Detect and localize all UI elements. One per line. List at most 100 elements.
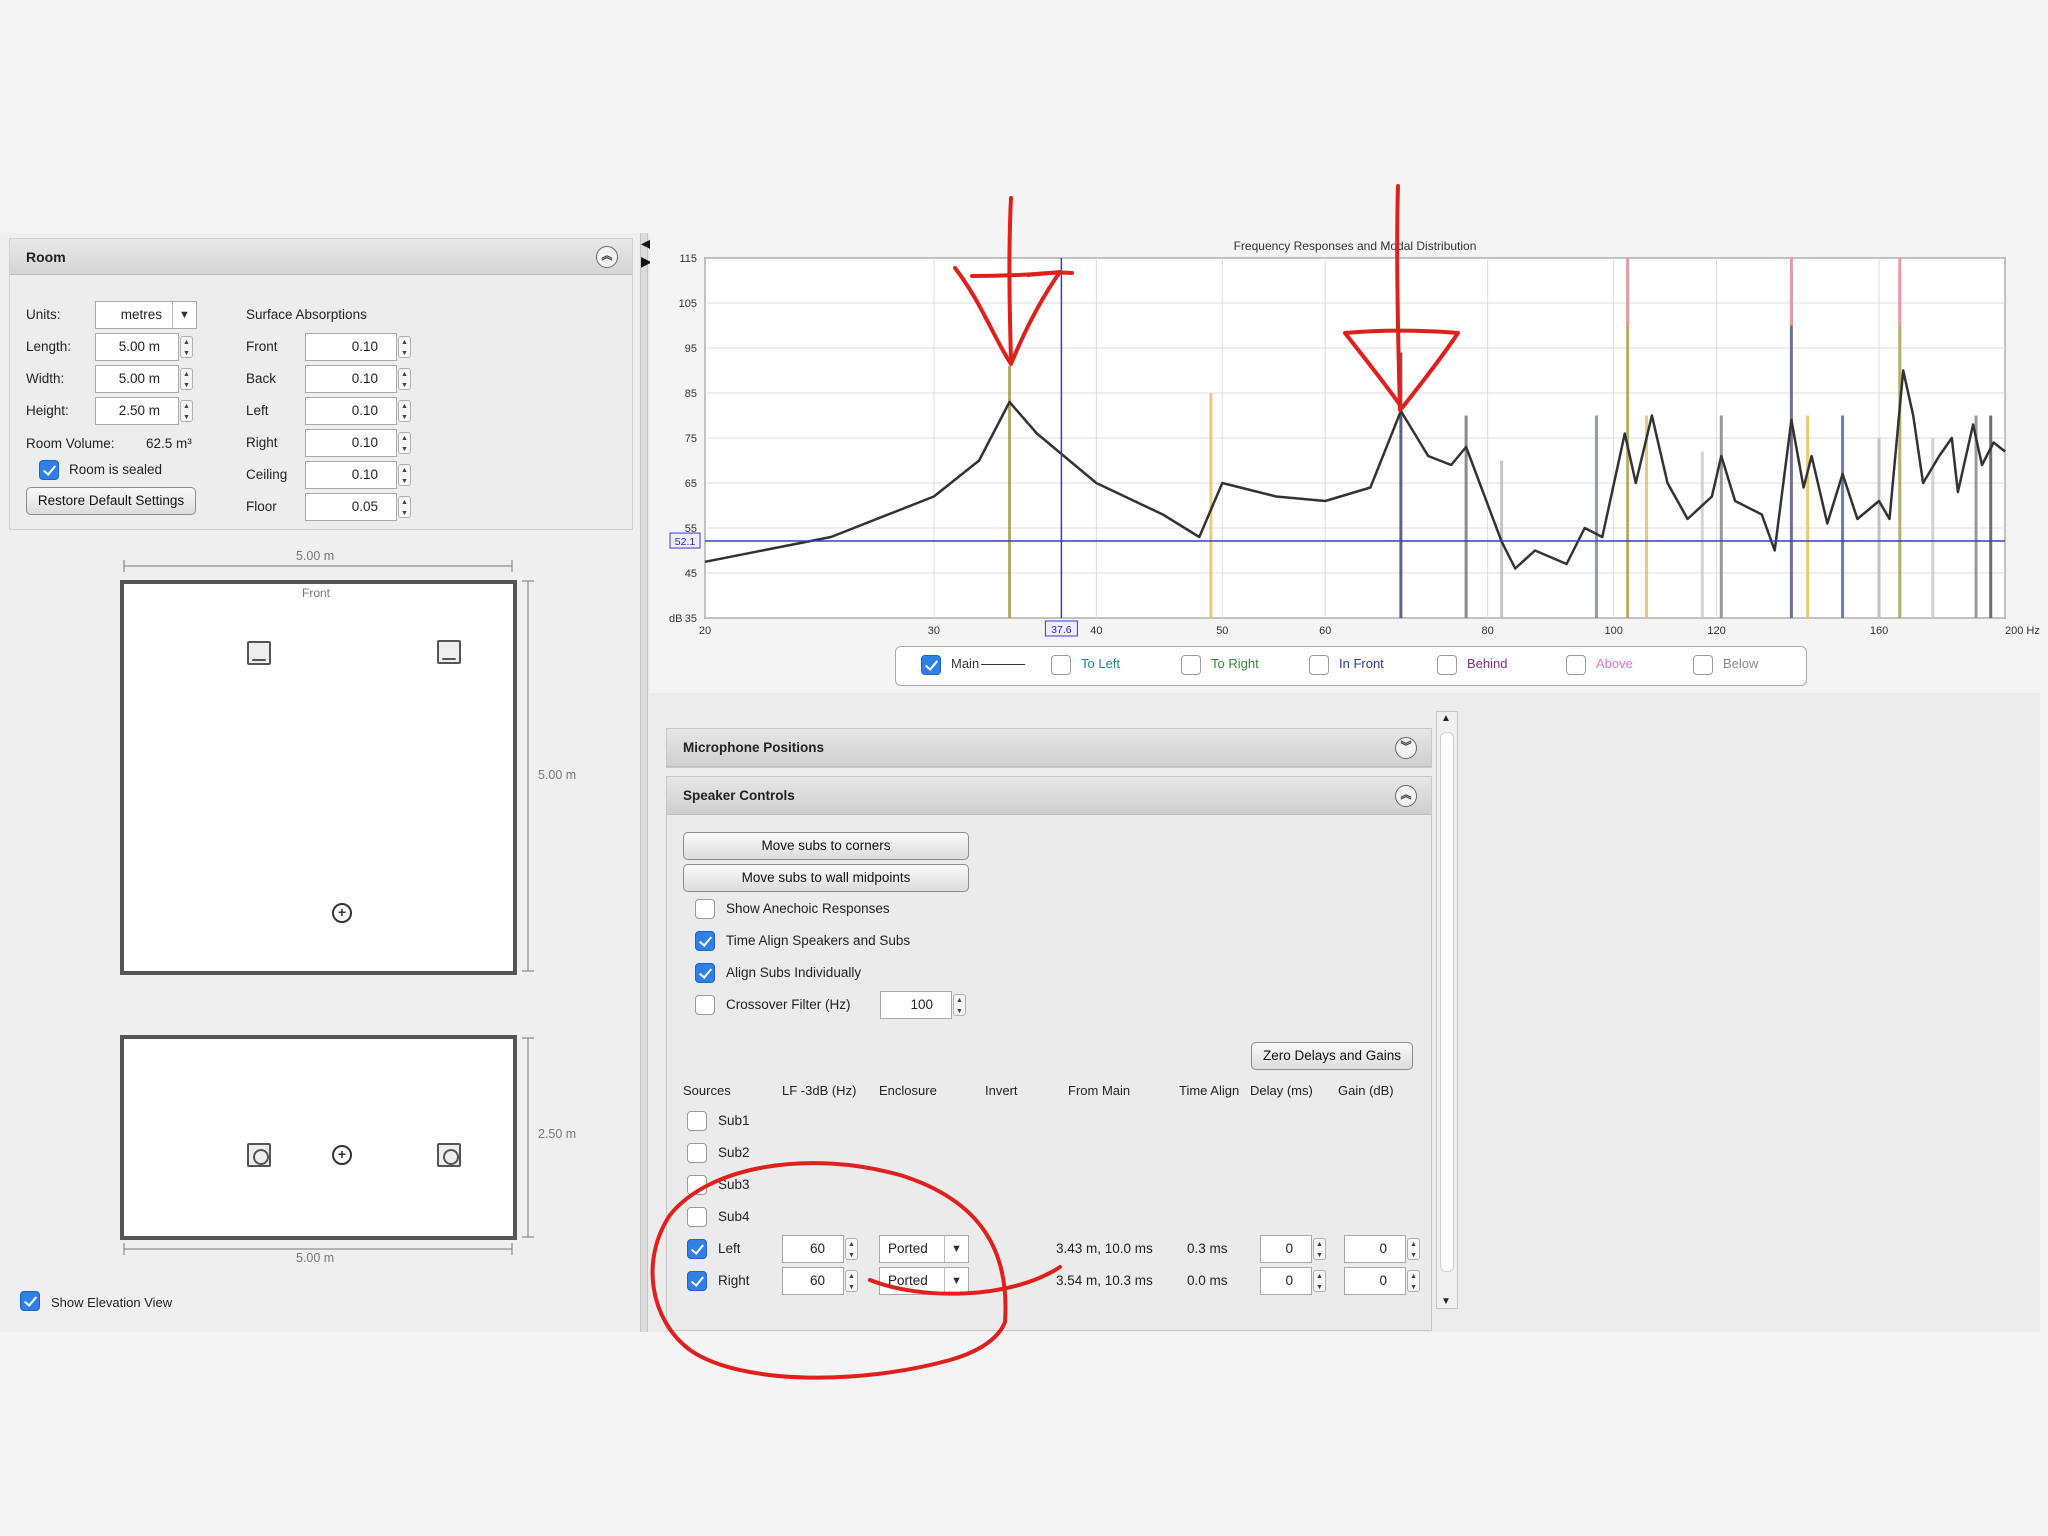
legend-label: Main — [951, 656, 980, 671]
speaker-panel-header[interactable]: Speaker Controls ︽ — [667, 777, 1431, 815]
cursor-x-label: 37.6 — [1051, 624, 1072, 636]
elevation-height-label: 2.50 m — [538, 1127, 577, 1141]
plan-width-label: 5.00 m — [296, 549, 335, 563]
legend-item-above[interactable]: Above — [1566, 655, 1633, 675]
show-elevation-checkbox[interactable] — [20, 1291, 40, 1311]
collapse-up-icon[interactable]: ︽ — [1395, 785, 1417, 807]
zero-delays-button[interactable]: Zero Delays and Gains — [1251, 1042, 1413, 1070]
stepper-icon[interactable]: ▲ ▼ — [845, 1270, 858, 1292]
sub-checkbox[interactable] — [687, 1143, 707, 1163]
legend-item-in-front[interactable]: In Front — [1309, 655, 1384, 675]
y-tick-label: 95 — [685, 343, 697, 355]
gain-field[interactable]: 0 ▲ ▼ — [1344, 1267, 1420, 1295]
microphone-positions-panel[interactable]: Microphone Positions ︾ — [666, 728, 1432, 768]
x-tick-label: 200 Hz — [2005, 625, 2040, 637]
legend-label: In Front — [1339, 656, 1384, 671]
gain-field[interactable]: 0 ▲ ▼ — [1344, 1235, 1420, 1263]
splitter-handle[interactable]: ◀ ▶ — [640, 233, 652, 1332]
move-subs-midpoints-button[interactable]: Move subs to wall midpoints — [683, 864, 969, 892]
speaker-scrollbar[interactable]: ▲ ▼ — [1436, 711, 1458, 1309]
gain-value: 0 — [1379, 1273, 1387, 1288]
main-line-swatch — [981, 664, 1026, 666]
left-column: Room ︽ Units: metres ▼ Length: 5.00 m ▲ ▼ … — [0, 233, 640, 1332]
y-tick-label: 85 — [685, 388, 697, 400]
source-label: Right — [718, 1273, 750, 1288]
lf-field[interactable]: 60 ▲ ▼ — [782, 1267, 858, 1295]
left-speaker-elevation-icon[interactable] — [247, 1143, 271, 1167]
x-tick-label: 30 — [928, 625, 940, 637]
source-label: Left — [718, 1241, 741, 1256]
series-legend: Main To Left To Right In Front Behind Above Be… — [895, 646, 1807, 686]
microphone-icon[interactable]: + — [332, 903, 352, 923]
crossover-field[interactable]: 100 ▲ ▼ — [880, 991, 966, 1019]
scroll-up-icon[interactable]: ▲ — [1441, 713, 1451, 724]
right-speaker-elevation-icon[interactable] — [437, 1143, 461, 1167]
delay-field[interactable]: 0 ▲ ▼ — [1260, 1267, 1326, 1295]
plan-front-label: Front — [302, 586, 331, 600]
legend-item-behind[interactable]: Behind — [1437, 655, 1507, 675]
anechoic-label: Show Anechoic Responses — [726, 901, 890, 916]
legend-checkbox[interactable] — [1437, 655, 1457, 675]
y-tick-label: 75 — [685, 433, 697, 445]
stepper-icon[interactable]: ▲ ▼ — [1313, 1270, 1326, 1292]
from-main-value: 3.43 m, 10.0 ms — [1056, 1241, 1153, 1256]
expand-down-icon[interactable]: ︾ — [1395, 737, 1417, 759]
legend-checkbox[interactable] — [1309, 655, 1329, 675]
scroll-down-icon[interactable]: ▼ — [1441, 1296, 1451, 1307]
sub-checkbox[interactable] — [687, 1111, 707, 1131]
column-header: Enclosure — [879, 1083, 937, 1098]
column-header: LF -3dB (Hz) — [782, 1083, 857, 1098]
chevron-down-icon: ▼ — [944, 1236, 968, 1262]
source-checkbox-right[interactable] — [687, 1271, 707, 1291]
lf-field[interactable]: 60 ▲ ▼ — [782, 1235, 858, 1263]
legend-item-to-left[interactable]: To Left — [1051, 655, 1120, 675]
left-speaker-icon[interactable] — [247, 641, 271, 665]
legend-checkbox[interactable] — [1181, 655, 1201, 675]
mic-panel-header[interactable]: Microphone Positions ︾ — [667, 729, 1431, 767]
x-tick-label: 20 — [699, 625, 711, 637]
legend-item-below[interactable]: Below — [1693, 655, 1758, 675]
lf-value: 60 — [809, 1273, 825, 1288]
speaker-controls-panel: Speaker Controls ︽ Move subs to corners … — [666, 776, 1432, 1331]
legend-item-main[interactable]: Main — [921, 655, 1026, 675]
frequency-response-chart[interactable]: Frequency Responses and Modal Distributi… — [650, 233, 2040, 645]
column-header: Invert — [985, 1083, 1018, 1098]
time-align-label: Time Align Speakers and Subs — [726, 933, 911, 948]
chevron-down-icon: ▼ — [944, 1268, 968, 1294]
scroll-thumb[interactable] — [1440, 732, 1454, 1272]
right-column: Frequency Responses and Modal Distributi… — [650, 233, 2040, 1332]
stepper-icon[interactable]: ▲ ▼ — [845, 1238, 858, 1260]
legend-item-to-right[interactable]: To Right — [1181, 655, 1259, 675]
crossover-checkbox[interactable] — [695, 995, 715, 1015]
anechoic-checkbox[interactable] — [695, 899, 715, 919]
sub-checkbox[interactable] — [687, 1175, 707, 1195]
move-subs-corners-button[interactable]: Move subs to corners — [683, 832, 969, 860]
right-speaker-icon[interactable] — [437, 640, 461, 664]
y-tick-label: 115 — [679, 253, 697, 265]
delay-field[interactable]: 0 ▲ ▼ — [1260, 1235, 1326, 1263]
enclosure-select[interactable]: Ported ▼ — [879, 1235, 969, 1263]
stepper-icon[interactable]: ▲ ▼ — [1313, 1238, 1326, 1260]
lf-value: 60 — [809, 1241, 825, 1256]
column-header: Gain (dB) — [1338, 1083, 1394, 1098]
microphone-elevation-icon[interactable]: + — [332, 1145, 352, 1165]
legend-checkbox[interactable] — [1693, 655, 1713, 675]
legend-checkbox[interactable] — [921, 655, 941, 675]
stepper-icon[interactable]: ▲ ▼ — [953, 994, 966, 1016]
enclosure-select[interactable]: Ported ▼ — [879, 1267, 969, 1295]
legend-checkbox[interactable] — [1051, 655, 1071, 675]
column-header: Sources — [683, 1083, 731, 1098]
source-checkbox-left[interactable] — [687, 1239, 707, 1259]
sub-label: Sub1 — [718, 1113, 750, 1128]
from-main-value: 3.54 m, 10.3 ms — [1056, 1273, 1153, 1288]
legend-checkbox[interactable] — [1566, 655, 1586, 675]
chart-title: Frequency Responses and Modal Distributi… — [1234, 239, 1477, 253]
time-align-checkbox[interactable] — [695, 931, 715, 951]
sub-checkbox[interactable] — [687, 1207, 707, 1227]
align-individually-checkbox[interactable] — [695, 963, 715, 983]
time-align-value: 0.0 ms — [1187, 1273, 1228, 1288]
stepper-icon[interactable]: ▲ ▼ — [1407, 1238, 1420, 1260]
x-tick-label: 100 — [1604, 625, 1622, 637]
stepper-icon[interactable]: ▲ ▼ — [1407, 1270, 1420, 1292]
room-elevation-view[interactable] — [120, 1035, 517, 1240]
